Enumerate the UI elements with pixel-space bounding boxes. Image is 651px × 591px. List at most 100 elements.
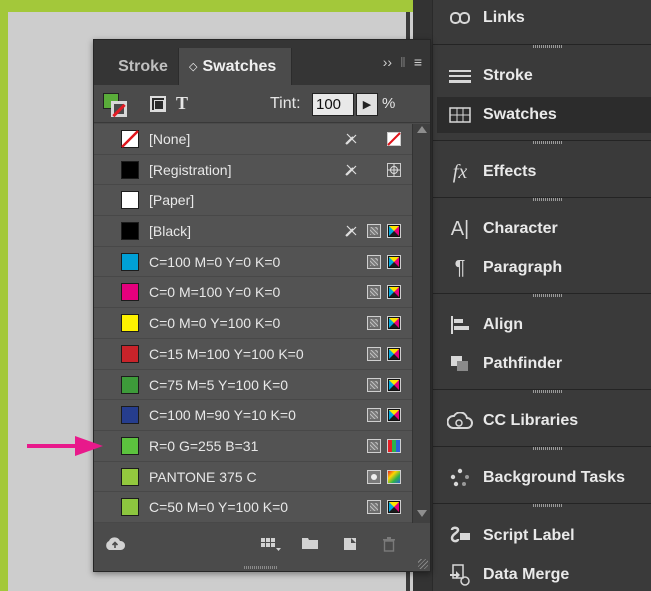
formatting-container-icon[interactable]: [150, 96, 166, 112]
dock-item-label: Align: [483, 316, 523, 333]
swatch-name: C=100 M=90 Y=10 K=0: [149, 407, 296, 424]
dock-item-paragraph[interactable]: ¶ Paragraph: [437, 250, 651, 286]
dock-item-label: Character: [483, 220, 558, 237]
swatch-toolbar: T Tint: ▶ %: [94, 85, 430, 123]
tab-options-chevron-icon: ◇: [189, 61, 198, 73]
swatch-name: C=50 M=0 Y=100 K=0: [149, 499, 289, 516]
dock-group-divider[interactable]: [433, 503, 651, 509]
scroll-down-icon[interactable]: [417, 510, 427, 517]
dock-group-divider[interactable]: [433, 446, 651, 452]
swatch-name: PANTONE 375 C: [149, 468, 257, 485]
show-swatch-kinds-icon[interactable]: [260, 536, 282, 556]
process-color-icon: [367, 224, 381, 239]
swatch-chip: [121, 160, 139, 179]
swatch-name: [Registration]: [149, 161, 232, 178]
process-color-icon: [367, 408, 381, 423]
process-color-icon: [367, 316, 381, 331]
dock-item-align[interactable]: Align: [437, 307, 651, 343]
delete-swatch-trash-icon[interactable]: [381, 536, 397, 556]
panel-menu-icon[interactable]: ≡: [414, 54, 422, 70]
dock-group-divider[interactable]: [433, 44, 651, 50]
swatch-list-scrollbar[interactable]: [412, 124, 430, 523]
swatch-chip: [121, 222, 139, 241]
list-item[interactable]: [None]: [94, 124, 412, 155]
list-item[interactable]: PANTONE 375 C: [94, 462, 412, 493]
tint-slider-button[interactable]: ▶: [356, 93, 378, 116]
dock-item-swatches[interactable]: Swatches: [437, 97, 651, 133]
swatch-chip: [121, 283, 139, 302]
swatch-name: C=100 M=0 Y=0 K=0: [149, 253, 281, 270]
panel-resize-handle[interactable]: [418, 559, 428, 569]
dock-item-label: Effects: [483, 163, 537, 180]
dock-item-label: Data Merge: [483, 566, 570, 583]
swatch-name: C=0 M=0 Y=100 K=0: [149, 315, 281, 332]
cmyk-mode-icon: [387, 346, 401, 361]
paragraph-icon: ¶: [454, 256, 466, 279]
list-item[interactable]: [Paper]: [94, 185, 412, 217]
swatches-icon: [437, 107, 483, 123]
tint-input[interactable]: [312, 93, 354, 116]
dock-item-character[interactable]: A| Character: [437, 211, 651, 247]
swatch-name: C=15 M=100 Y=100 K=0: [149, 345, 304, 362]
stroke-icon: [437, 69, 483, 83]
list-item[interactable]: [Registration]: [94, 155, 412, 186]
swatch-chip: [121, 344, 139, 363]
dock-item-cc-libraries[interactable]: CC Libraries: [437, 403, 651, 439]
swatch-chip: [121, 467, 139, 486]
swatch-chip: [121, 252, 139, 271]
panel-tab-bar: Stroke ◇ Swatches ›› ‖ ≡: [94, 40, 430, 85]
swatch-chip: [121, 314, 139, 333]
dock-item-links[interactable]: Links: [437, 0, 651, 36]
swatch-chip-none: [121, 130, 139, 148]
list-item[interactable]: C=100 M=0 Y=0 K=0: [94, 247, 412, 278]
data-merge-icon: [437, 564, 483, 586]
dock-item-script-label[interactable]: Script Label: [437, 518, 651, 554]
list-item[interactable]: C=50 M=0 Y=100 K=0: [94, 492, 412, 523]
list-item[interactable]: C=15 M=100 Y=100 K=0: [94, 339, 412, 370]
cmyk-mode-icon: [387, 285, 401, 300]
dock-group-divider[interactable]: [433, 197, 651, 203]
spot-color-icon: [367, 469, 381, 484]
dock-item-label: Links: [483, 9, 525, 26]
swatch-chip: [121, 191, 139, 210]
dock-item-background-tasks[interactable]: Background Tasks: [437, 460, 651, 496]
tab-swatches[interactable]: ◇ Swatches: [178, 48, 292, 85]
panel-controls: ›› ‖ ≡: [383, 54, 422, 70]
swatch-chip: [121, 498, 139, 517]
list-item[interactable]: C=0 M=100 Y=0 K=0: [94, 277, 412, 309]
list-item[interactable]: R=0 G=255 B=31: [94, 431, 412, 462]
swatch-name: C=0 M=100 Y=0 K=0: [149, 284, 281, 301]
list-item[interactable]: C=0 M=0 Y=100 K=0: [94, 308, 412, 339]
list-item[interactable]: [Black]: [94, 216, 412, 247]
dock-item-effects[interactable]: fx Effects: [437, 154, 651, 190]
process-color-icon: [367, 285, 381, 300]
list-item[interactable]: C=75 M=5 Y=100 K=0: [94, 370, 412, 401]
cc-library-cloud-icon[interactable]: [104, 536, 126, 556]
rgb-mode-icon: [387, 438, 401, 453]
character-icon: A|: [450, 217, 470, 240]
new-swatch-icon[interactable]: [342, 536, 358, 556]
dock-item-data-merge[interactable]: Data Merge: [437, 557, 651, 591]
panel-bottom-grip[interactable]: [244, 566, 278, 569]
fill-stroke-toggle[interactable]: [103, 93, 127, 117]
cmyk-mode-icon: [387, 254, 401, 269]
dock-item-label: Background Tasks: [483, 469, 625, 486]
swatch-name: [Paper]: [149, 192, 195, 209]
tint-label: Tint:: [270, 95, 301, 112]
dock-group-divider[interactable]: [433, 140, 651, 146]
effects-icon: fx: [452, 160, 468, 183]
scroll-up-icon[interactable]: [417, 126, 427, 133]
list-item[interactable]: C=100 M=90 Y=10 K=0: [94, 400, 412, 431]
new-color-group-folder-icon[interactable]: [301, 536, 319, 554]
dock-item-stroke[interactable]: Stroke: [437, 58, 651, 94]
formatting-text-icon[interactable]: T: [176, 93, 188, 114]
process-color-icon: [367, 346, 381, 361]
tab-stroke[interactable]: Stroke: [102, 48, 184, 85]
dock-item-pathfinder[interactable]: Pathfinder: [437, 346, 651, 382]
align-icon: [437, 316, 483, 334]
swatch-name: [None]: [149, 131, 191, 147]
dock-group-divider[interactable]: [433, 293, 651, 299]
dock-group-divider[interactable]: [433, 389, 651, 395]
collapse-panel-icon[interactable]: ››: [383, 54, 392, 70]
dock-item-label: Script Label: [483, 527, 575, 544]
